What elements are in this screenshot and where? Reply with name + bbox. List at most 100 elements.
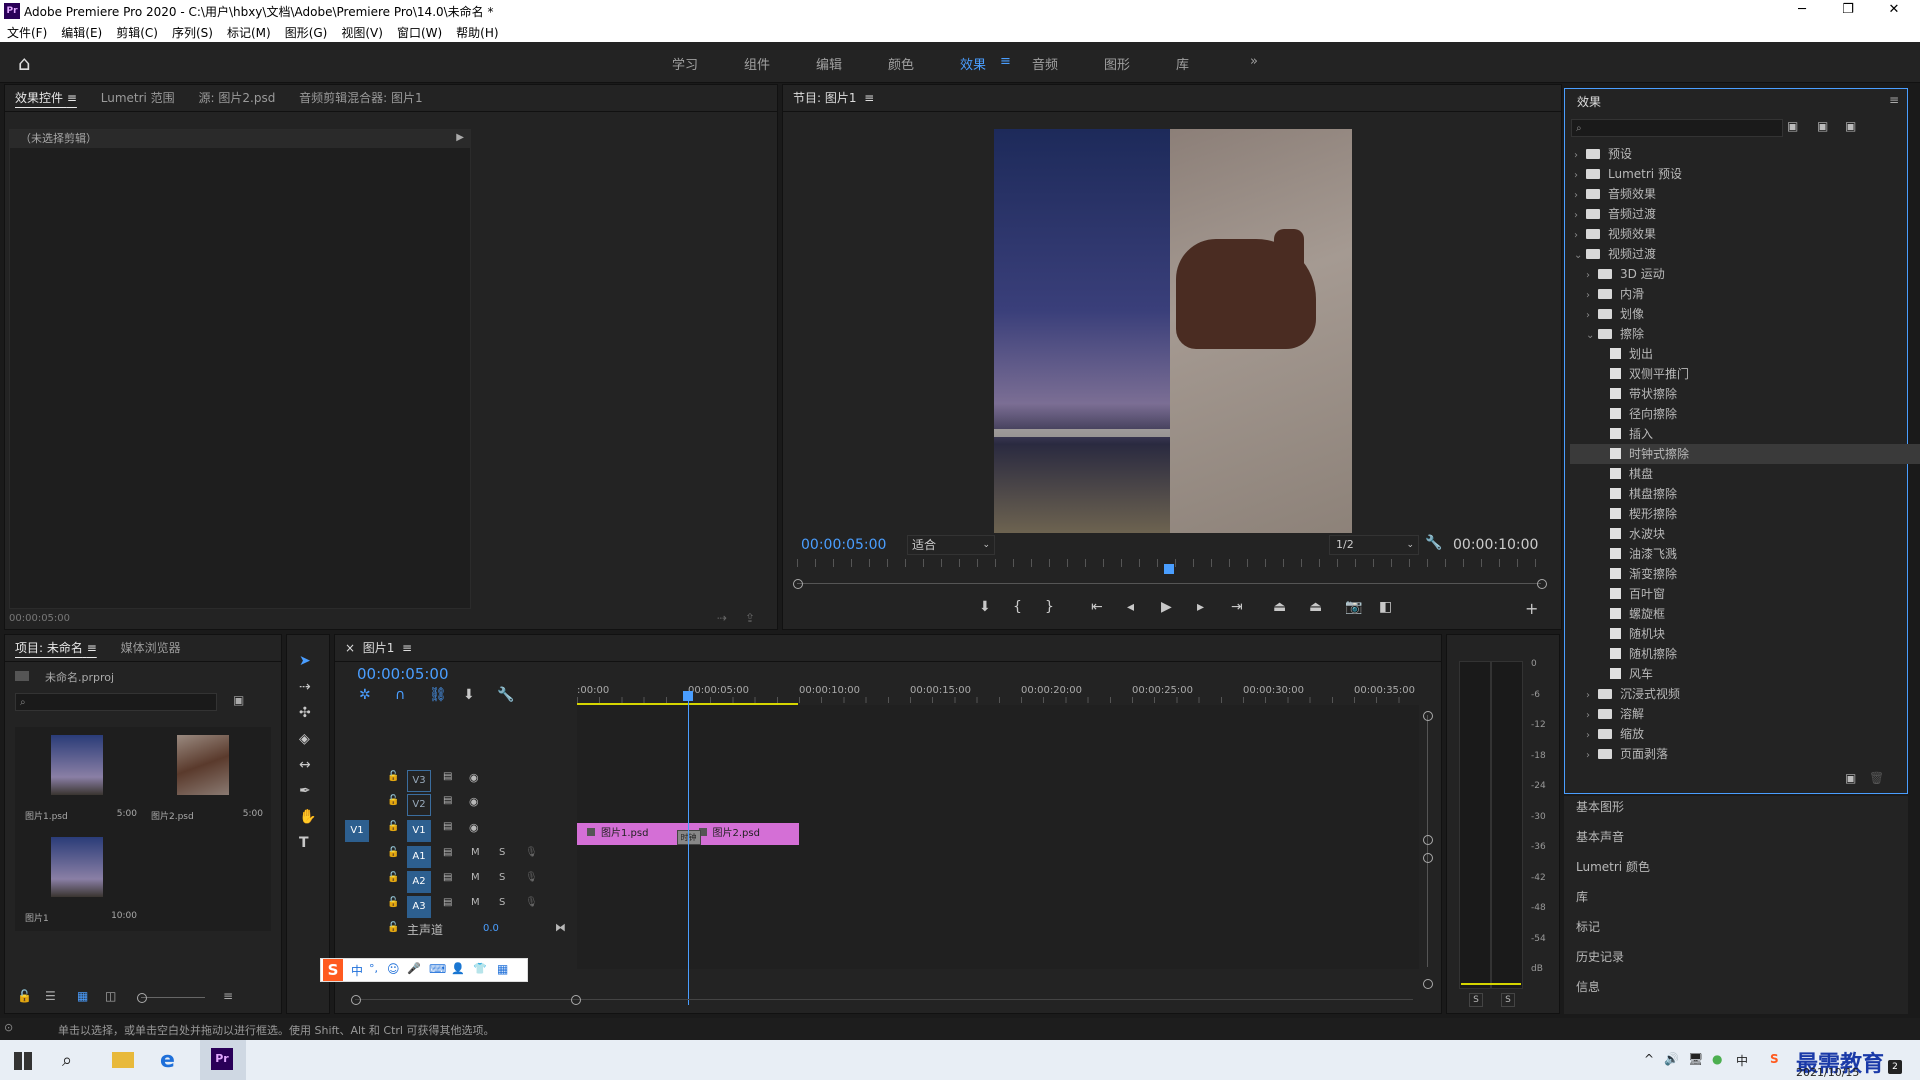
- project-item[interactable]: 图片1.psd 5:00: [19, 731, 143, 827]
- program-zoom-bar[interactable]: [797, 583, 1541, 584]
- track-v3-label[interactable]: V3: [407, 770, 431, 792]
- step-forward-icon[interactable]: ▸: [1197, 599, 1204, 615]
- effects-tree-effect[interactable]: 棋盘擦除: [1570, 484, 1920, 504]
- panel-lumetri-color[interactable]: Lumetri 颜色: [1576, 858, 1650, 875]
- solo-button[interactable]: S: [499, 872, 505, 883]
- chevron-right-icon[interactable]: ›: [1586, 746, 1598, 766]
- add-marker-icon[interactable]: ⬇: [463, 687, 475, 703]
- chevron-right-icon[interactable]: ›: [1574, 186, 1586, 206]
- effects-tree-effect[interactable]: 渐变擦除: [1570, 564, 1920, 584]
- timeline-clip[interactable]: 图片1.psd: [577, 823, 688, 845]
- minimize-button[interactable]: ─: [1788, 2, 1816, 17]
- security-icon[interactable]: ●: [1712, 1052, 1722, 1066]
- effects-tree-effect[interactable]: 划出: [1570, 344, 1920, 364]
- meter-solo-right[interactable]: S: [1501, 993, 1515, 1007]
- track-v1-label[interactable]: V1: [407, 820, 431, 842]
- sync-lock-icon[interactable]: ▤: [443, 897, 452, 908]
- effects-menu-icon[interactable]: ≡: [1889, 93, 1899, 107]
- close-button[interactable]: ✕: [1880, 2, 1908, 17]
- export-icon[interactable]: ⇢: [717, 611, 727, 625]
- delete-icon[interactable]: 🗑: [1869, 771, 1884, 785]
- ime-punctuation-toggle[interactable]: °,: [369, 962, 378, 975]
- timeline-playhead[interactable]: [687, 691, 689, 1005]
- search-icon[interactable]: ⌕: [62, 1050, 72, 1071]
- mute-button[interactable]: M: [471, 872, 480, 883]
- source-patch-v1[interactable]: V1: [345, 820, 369, 842]
- sync-lock-icon[interactable]: ▤: [443, 872, 452, 883]
- effects-search-input[interactable]: ⌕: [1571, 119, 1783, 137]
- windows-start-icon[interactable]: [14, 1052, 32, 1070]
- effects-tree-effect[interactable]: 时钟式擦除: [1570, 444, 1920, 464]
- track-a2-label[interactable]: A2: [407, 871, 431, 893]
- playhead-handle[interactable]: [682, 691, 693, 701]
- workspace-audio[interactable]: 音频: [1032, 54, 1058, 73]
- tab-effect-controls[interactable]: 效果控件 ≡: [5, 85, 87, 111]
- track-lock-icon[interactable]: 🔓: [387, 847, 399, 858]
- program-playhead[interactable]: [1164, 564, 1174, 574]
- ime-keyboard-icon[interactable]: ⌨: [429, 962, 446, 976]
- new-bin-icon[interactable]: ▣: [233, 693, 244, 707]
- vertical-zoom-handle[interactable]: [1423, 835, 1433, 845]
- edge-icon[interactable]: e: [160, 1048, 175, 1073]
- tab-source[interactable]: 源: 图片2.psd: [189, 85, 286, 111]
- zoom-slider-handle[interactable]: [137, 993, 147, 1003]
- vertical-zoom-handle[interactable]: [1423, 979, 1433, 989]
- resolution-dropdown[interactable]: 1/2 ⌄: [1329, 535, 1419, 555]
- project-item[interactable]: 图片2.psd 5:00: [145, 731, 269, 827]
- tab-project[interactable]: 项目: 未命名 ≡: [5, 635, 107, 661]
- premiere-taskbar-button[interactable]: Pr: [200, 1040, 246, 1080]
- nest-icon[interactable]: ✲: [359, 687, 371, 703]
- vertical-zoom-handle[interactable]: [1423, 853, 1433, 863]
- menu-view[interactable]: 视图(V): [334, 22, 390, 43]
- effects-tree-effect[interactable]: 随机块: [1570, 624, 1920, 644]
- mute-button[interactable]: M: [471, 847, 480, 858]
- chevron-right-icon[interactable]: ›: [1574, 166, 1586, 186]
- snap-icon[interactable]: ∩: [395, 687, 405, 703]
- workspace-libraries[interactable]: 库: [1176, 54, 1189, 73]
- chevron-right-icon[interactable]: ›: [1574, 146, 1586, 166]
- menu-sequence[interactable]: 序列(S): [165, 22, 220, 43]
- chevron-right-icon[interactable]: ›: [1586, 306, 1598, 326]
- zoom-handle-right[interactable]: [1537, 579, 1547, 589]
- solo-button[interactable]: S: [499, 897, 505, 908]
- panel-essential-graphics[interactable]: 基本图形: [1576, 798, 1624, 815]
- effects-tree-effect[interactable]: 随机擦除: [1570, 644, 1920, 664]
- panel-essential-sound[interactable]: 基本声音: [1576, 828, 1624, 845]
- ime-emoji-icon[interactable]: ☺: [387, 962, 400, 976]
- network-icon[interactable]: 🖥: [1688, 1052, 1703, 1066]
- sync-lock-icon[interactable]: ▤: [443, 771, 452, 782]
- slip-tool-icon[interactable]: ↔: [299, 757, 311, 773]
- workspace-editing[interactable]: 编辑: [816, 54, 842, 73]
- meter-solo-left[interactable]: S: [1469, 993, 1483, 1007]
- chevron-right-icon[interactable]: ›: [1586, 286, 1598, 306]
- track-lock-icon[interactable]: 🔓: [387, 922, 399, 933]
- sync-lock-icon[interactable]: ▤: [443, 847, 452, 858]
- effects-tree-effect[interactable]: 楔形擦除: [1570, 504, 1920, 524]
- mic-icon[interactable]: 🎙: [525, 872, 538, 883]
- chevron-right-icon[interactable]: ›: [1586, 726, 1598, 746]
- sogou-logo[interactable]: S: [323, 959, 343, 981]
- effects-tree-effect[interactable]: 径向擦除: [1570, 404, 1920, 424]
- track-a1-label[interactable]: A1: [407, 846, 431, 868]
- go-to-end-icon[interactable]: ⧓: [555, 921, 566, 934]
- chevron-right-icon[interactable]: ›: [1574, 226, 1586, 246]
- zoom-handle-left[interactable]: [793, 579, 803, 589]
- menu-edit[interactable]: 编辑(E): [54, 22, 109, 43]
- effects-tree-effect[interactable]: 双侧平推门: [1570, 364, 1920, 384]
- comparison-view-icon[interactable]: ◧: [1379, 599, 1392, 615]
- ime-toolbox-icon[interactable]: ▦: [497, 962, 508, 976]
- ime-voice-icon[interactable]: 🎤: [407, 962, 421, 975]
- scroll-handle-right[interactable]: [571, 995, 581, 1005]
- ime-language-indicator[interactable]: 中: [1736, 1052, 1748, 1069]
- track-eye-icon[interactable]: ◉: [469, 771, 479, 784]
- chevron-down-icon[interactable]: ⌄: [1586, 326, 1598, 346]
- mark-out-icon[interactable]: }: [1045, 599, 1054, 615]
- razor-tool-icon[interactable]: ◈: [299, 731, 310, 747]
- list-view-icon[interactable]: ☰: [45, 989, 56, 1003]
- effects-tree-folder[interactable]: › 页面剥落: [1570, 744, 1916, 764]
- mic-icon[interactable]: 🎙: [525, 847, 538, 858]
- ime-chinese-toggle[interactable]: 中: [351, 962, 363, 979]
- tab-menu-icon[interactable]: ≡: [87, 641, 97, 655]
- effects-tree-effect[interactable]: 螺旋框: [1570, 604, 1920, 624]
- track-eye-icon[interactable]: ◉: [469, 821, 479, 834]
